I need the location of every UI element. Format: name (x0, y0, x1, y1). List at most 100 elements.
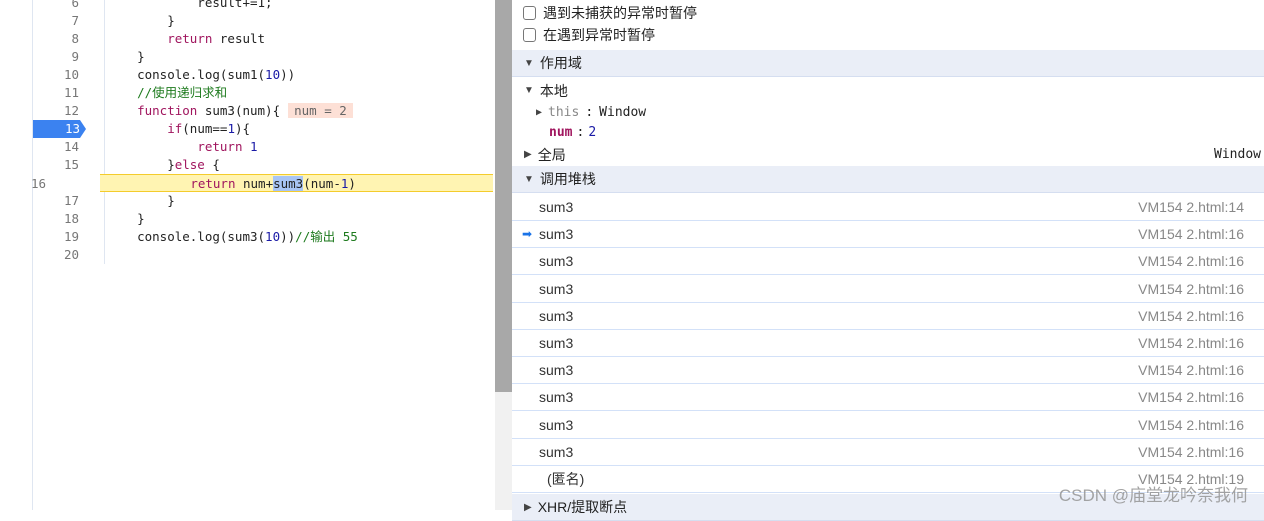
current-frame-arrow-icon: ➡ (522, 227, 533, 242)
frame-location-link[interactable]: VM154 2.html:16 (1138, 335, 1244, 351)
frame-location-link[interactable]: VM154 2.html:16 (1138, 417, 1244, 433)
code-token: function (137, 103, 198, 118)
pause-uncaught-checkbox[interactable]: 遇到未捕获的异常时暂停 (523, 2, 697, 24)
var-value: Window (599, 105, 647, 120)
code-token: return (190, 176, 236, 191)
checkbox-label: 在遇到异常时暂停 (543, 27, 655, 43)
line-number[interactable]: 15 (33, 156, 79, 174)
line-number[interactable]: 9 (33, 48, 79, 66)
code-text: }else { (107, 156, 220, 174)
frame-function: sum3 (539, 389, 574, 406)
frame-location-link[interactable]: VM154 2.html:16 (1138, 389, 1244, 405)
frame-location-link[interactable]: VM154 2.html:16 (1138, 308, 1244, 324)
line-number[interactable]: 17 (33, 192, 79, 210)
watermark: CSDN @庙堂龙吟奈我何 (1058, 486, 1248, 505)
frame-function: sum3 (539, 362, 574, 379)
code-line[interactable]: 17 } (0, 192, 493, 210)
scrollbar-thumb[interactable] (495, 0, 512, 392)
line-number[interactable]: 7 (33, 12, 79, 30)
line-number[interactable]: 20 (33, 246, 79, 264)
frame-function: sum3 (539, 416, 574, 433)
line-number[interactable]: 12 (33, 102, 79, 120)
triangle-down-icon: ▼ (524, 57, 534, 69)
callstack-frame[interactable]: sum3 VM154 2.html:16 (512, 248, 1264, 276)
code-token: { (204, 157, 220, 172)
line-number[interactable]: 16 (0, 175, 46, 193)
callstack-frame[interactable]: sum3 VM154 2.html:16 (512, 439, 1264, 466)
code-editor[interactable]: 6 result+=1; 7 } 8 return result 9 } 10 cons… (0, 0, 495, 510)
var-key: this (548, 105, 580, 120)
scope-local[interactable]: ▼ 本地 (512, 80, 1264, 101)
code-line[interactable]: 11 //使用递归求和 (0, 84, 493, 102)
callstack-frame[interactable]: sum3 VM154 2.html:14 (512, 194, 1264, 221)
triangle-right-icon: ▶ (536, 107, 543, 118)
section-title: XHR/提取断点 (537, 499, 628, 515)
line-number[interactable]: 10 (33, 66, 79, 84)
scope-this[interactable]: ▶ this: Window (512, 102, 1264, 123)
line-number[interactable]: 11 (33, 84, 79, 102)
frame-location-link[interactable]: VM154 2.html:14 (1138, 199, 1244, 215)
frame-function: sum3 (539, 280, 574, 297)
line-number[interactable]: 18 (33, 210, 79, 228)
code-token: else (174, 157, 205, 172)
callstack-frame[interactable]: sum3 VM154 2.html:16 (512, 330, 1264, 357)
code-line[interactable]: 16 return num+sum3(num-1) (31, 174, 493, 192)
frame-location-link[interactable]: VM154 2.html:16 (1138, 253, 1244, 269)
callstack-frame[interactable]: sum3 VM154 2.html:16 (512, 357, 1264, 385)
code-line[interactable]: 14 return 1 (0, 138, 493, 156)
checkbox[interactable] (523, 28, 536, 42)
callstack-section-header[interactable]: ▼ 调用堆栈 (512, 166, 1264, 193)
scope-global[interactable]: ▶ 全局 Window (512, 144, 1264, 165)
frame-function: sum3 (539, 443, 574, 460)
code-token: } (107, 157, 175, 172)
frame-location-link[interactable]: VM154 2.html:16 (1138, 444, 1244, 460)
code-token: if (167, 121, 183, 136)
frame-function: sum3 (539, 253, 574, 270)
triangle-right-icon: ▶ (524, 149, 532, 160)
callstack-frame[interactable]: sum3 VM154 2.html:16 (512, 384, 1264, 412)
code-line[interactable]: 19 console.log(sum3(10))//输出 55 (0, 228, 493, 246)
var-key: num (549, 125, 573, 140)
code-line[interactable]: 18 } (0, 210, 493, 228)
frame-function: sum3 (539, 335, 574, 351)
frame-location-link[interactable]: VM154 2.html:16 (1138, 362, 1244, 378)
scope-section-header[interactable]: ▼ 作用域 (512, 50, 1264, 77)
code-line[interactable]: 8 return result (0, 30, 493, 48)
line-number[interactable]: 8 (33, 30, 79, 48)
code-text: return 1 (107, 138, 257, 156)
code-line[interactable]: 12 function sum3(num){num = 2 (0, 102, 493, 120)
code-token: sum3 (273, 176, 304, 191)
callstack-frame[interactable]: sum3 VM154 2.html:16 (512, 303, 1264, 330)
line-number[interactable]: 6 (33, 0, 79, 12)
frame-location-link[interactable]: VM154 2.html:16 (1138, 226, 1244, 242)
code-token: } (107, 49, 145, 64)
code-line[interactable]: 13 if(num==1){ (0, 120, 493, 138)
code-text: } (107, 48, 145, 66)
frame-function: sum3 (539, 307, 574, 324)
callstack-frame[interactable]: sum3 VM154 2.html:16 (512, 412, 1264, 439)
code-line[interactable]: 9 } (0, 48, 493, 66)
code-token: } (107, 193, 175, 208)
frame-location-link[interactable]: VM154 2.html:16 (1138, 281, 1244, 297)
code-token: return (167, 31, 213, 46)
code-line[interactable]: 15 }else { (0, 156, 493, 174)
callstack-frame[interactable]: sum3 VM154 2.html:16 (512, 276, 1264, 303)
code-text: console.log(sum3(10))//输出 55 (107, 228, 358, 246)
callstack-frame[interactable]: ➡ sum3 VM154 2.html:16 (512, 221, 1264, 249)
code-line[interactable]: 6 result+=1; (0, 0, 493, 12)
code-line[interactable]: 7 } (0, 12, 493, 30)
frame-function: (匿名) (547, 471, 585, 487)
editor-scrollbar[interactable] (495, 0, 512, 510)
line-number[interactable]: 19 (33, 228, 79, 246)
checkbox[interactable] (523, 6, 536, 20)
line-number[interactable]: 14 (33, 138, 79, 156)
breakpoint-line-number[interactable]: 13 (33, 120, 86, 138)
code-token: console.log(sum1( (107, 67, 266, 82)
pause-caught-checkbox[interactable]: 在遇到异常时暂停 (523, 24, 655, 46)
code-line[interactable]: 20 (0, 246, 493, 264)
scope-num: num:2 (549, 125, 597, 140)
code-line[interactable]: 10 console.log(sum1(10)) (0, 66, 493, 84)
